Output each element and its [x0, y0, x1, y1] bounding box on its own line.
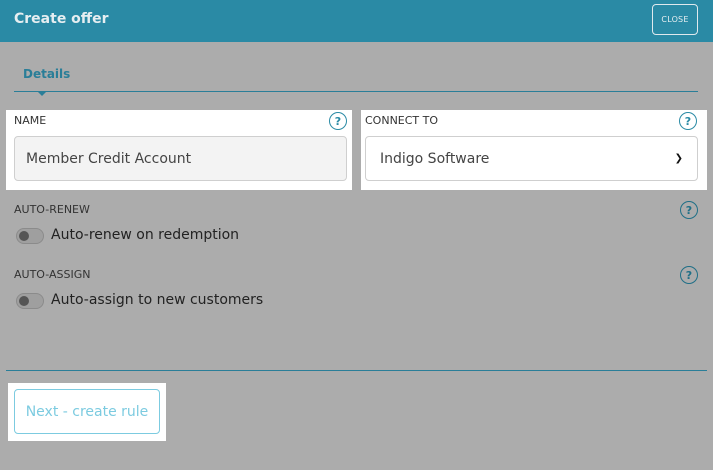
auto-renew-help-icon[interactable]: ?: [680, 201, 698, 219]
auto-assign-label: AUTO-ASSIGN: [14, 268, 91, 281]
dialog-header: Create offer CLOSE: [0, 0, 713, 42]
toggle-knob: [19, 296, 29, 306]
toggle-knob: [19, 231, 29, 241]
connect-to-label: CONNECT TO: [365, 114, 439, 127]
connect-to-select[interactable]: Indigo Software ❯: [365, 136, 698, 181]
name-label: NAME: [14, 114, 47, 127]
next-create-rule-button[interactable]: Next - create rule: [14, 389, 160, 434]
auto-renew-label: AUTO-RENEW: [14, 203, 90, 216]
auto-assign-toggle[interactable]: [16, 293, 44, 309]
name-input[interactable]: Member Credit Account: [14, 136, 347, 181]
name-help-icon[interactable]: ?: [329, 112, 347, 130]
name-field-panel: NAME ? Member Credit Account: [6, 110, 352, 190]
connect-to-help-icon[interactable]: ?: [679, 112, 697, 130]
tab-active-caret: [37, 91, 47, 96]
tab-underline: [14, 91, 698, 92]
auto-assign-help-icon[interactable]: ?: [680, 266, 698, 284]
footer-divider: [6, 370, 707, 371]
connect-to-field-panel: CONNECT TO ? Indigo Software ❯: [361, 110, 707, 190]
auto-renew-toggle-label[interactable]: Auto-renew on redemption: [51, 227, 239, 243]
close-button[interactable]: CLOSE: [652, 4, 698, 35]
dialog-title: Create offer: [14, 11, 109, 27]
connect-to-selected-value: Indigo Software: [380, 150, 490, 167]
tab-details[interactable]: Details: [23, 67, 70, 81]
chevron-down-icon: ❯: [674, 153, 683, 164]
auto-renew-toggle[interactable]: [16, 228, 44, 244]
auto-assign-toggle-label[interactable]: Auto-assign to new customers: [51, 292, 263, 308]
